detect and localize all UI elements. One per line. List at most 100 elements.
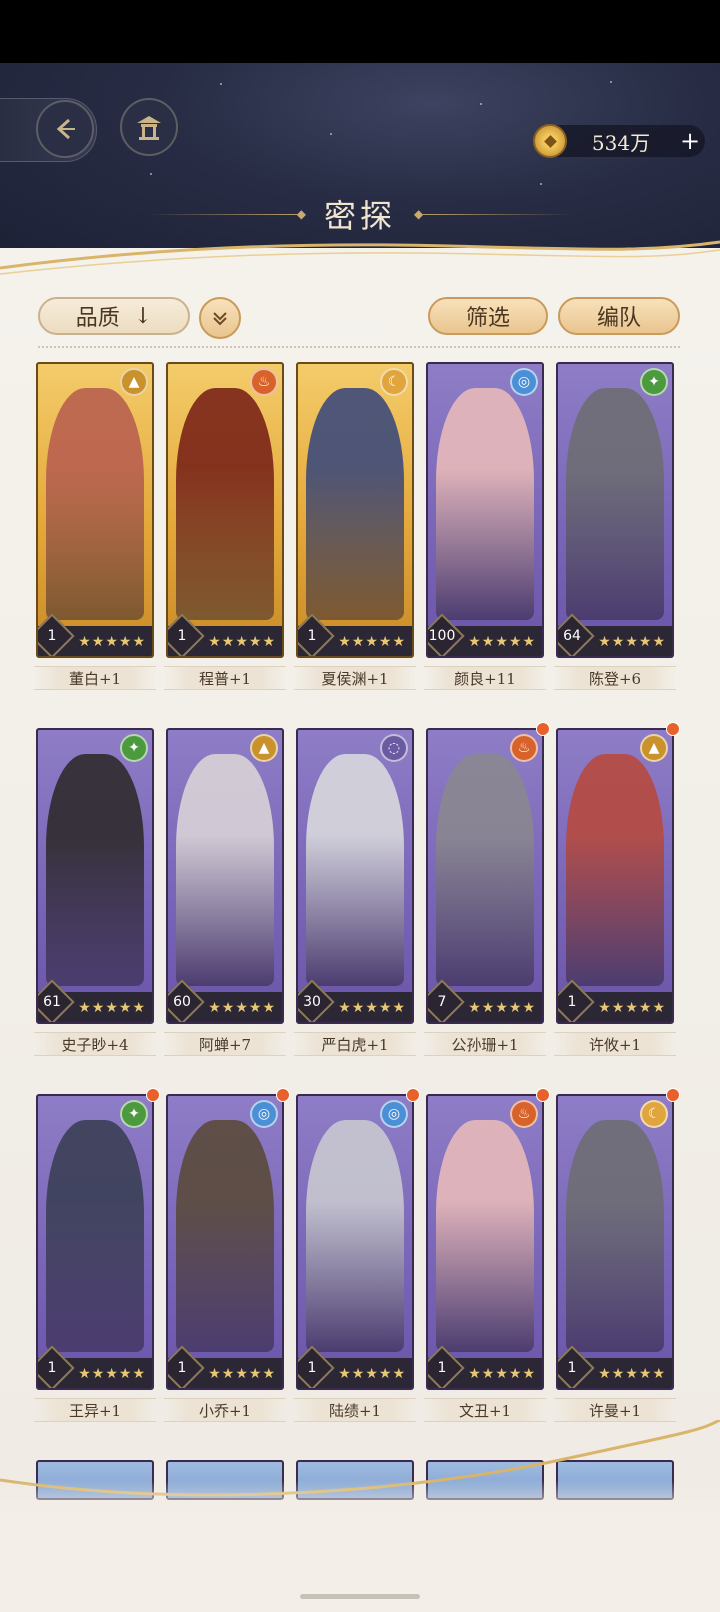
notification-dot (666, 1088, 680, 1102)
agent-card[interactable]: ★★★★★ 61 ✦ (36, 728, 154, 1024)
notification-dot (276, 1088, 290, 1102)
agent-name-label: 严白虎+1 (294, 1032, 416, 1056)
moon-icon: ☾ (640, 1100, 668, 1128)
character-portrait (566, 1120, 664, 1352)
star-rating-icon: ★★★★★ (338, 1000, 406, 1016)
star-rating-icon: ★★★★★ (338, 634, 406, 650)
agent-card[interactable]: ★★★★★ 1 ☾ (556, 1094, 674, 1390)
agent-card[interactable]: ★★★★★ 60 ▲ (166, 728, 284, 1024)
character-portrait (306, 388, 404, 620)
toolbar-divider (38, 346, 680, 348)
agent-card[interactable]: ★★★★★ 1 ◎ (166, 1094, 284, 1390)
notification-dot (406, 1088, 420, 1102)
character-portrait (176, 754, 274, 986)
star-rating-icon: ★★★★★ (338, 1366, 406, 1382)
agent-card[interactable]: ★★★★★ 100 ◎ (426, 362, 544, 658)
sort-down-arrow-icon: ↓ (133, 303, 153, 329)
level-value: 1 (177, 1360, 187, 1376)
notification-dot (666, 722, 680, 736)
agent-card[interactable]: ★★★★★ 1 ✦ (36, 1094, 154, 1390)
moon-icon: ☾ (380, 368, 408, 396)
character-portrait (46, 1120, 144, 1352)
agent-name-label: 许曼+1 (554, 1398, 676, 1422)
agent-card[interactable]: ★★★★★ 7 ♨ (426, 728, 544, 1024)
agent-card[interactable]: ★★★★★ 64 ✦ (556, 362, 674, 658)
level-value: 1 (47, 628, 57, 644)
agent-name-label: 董白+1 (34, 666, 156, 690)
home-pavilion-button[interactable] (120, 98, 178, 156)
title-divider-right (423, 213, 574, 215)
agent-name-label: 颜良+11 (424, 666, 546, 690)
add-currency-button[interactable]: + (675, 127, 705, 155)
sort-order-toggle-button[interactable] (199, 297, 241, 339)
star-rating-icon: ★★★★★ (598, 634, 666, 650)
agent-name-label: 陈登+6 (554, 666, 676, 690)
title-ornament-right-icon: ◆ (414, 207, 424, 221)
wood-icon: ✦ (120, 1100, 148, 1128)
page-title: 密探 (323, 197, 396, 235)
agent-card[interactable]: ★★★★★ 30 ◌ (296, 728, 414, 1024)
currency-amount: 534万 (591, 130, 651, 155)
quality-sort-button[interactable]: 品质 ↓ (38, 297, 190, 335)
agent-card[interactable]: ★★★★★ 1 ♨ (166, 362, 284, 658)
agent-name-label: 阿蝉+7 (164, 1032, 286, 1056)
character-portrait (46, 754, 144, 986)
agent-name-label: 许攸+1 (554, 1032, 676, 1056)
title-divider-left (146, 213, 297, 215)
agent-name-label: 文丑+1 (424, 1398, 546, 1422)
agent-name-label: 史子眇+4 (34, 1032, 156, 1056)
star-rating-icon: ★★★★★ (208, 1000, 276, 1016)
character-portrait (176, 388, 274, 620)
agent-card[interactable]: ★★★★★ 1 ▲ (556, 728, 674, 1024)
agent-name-label: 王异+1 (34, 1398, 156, 1422)
pavilion-icon (137, 116, 161, 140)
agent-card[interactable]: ★★★★★ 1 ▲ (36, 362, 154, 658)
fire-icon: ♨ (510, 1100, 538, 1128)
home-indicator[interactable] (300, 1594, 420, 1599)
character-portrait (566, 388, 664, 620)
coin-icon (533, 124, 567, 158)
agent-name-label: 夏侯渊+1 (294, 666, 416, 690)
star-rating-icon: ★★★★★ (468, 634, 536, 650)
earth-icon: ▲ (250, 734, 278, 762)
level-value: 1 (307, 1360, 317, 1376)
character-portrait (436, 1120, 534, 1352)
level-value: 1 (307, 628, 317, 644)
level-value: 1 (567, 994, 577, 1010)
level-value: 1 (567, 1360, 577, 1376)
level-value: 30 (303, 994, 321, 1010)
character-portrait (436, 754, 534, 986)
star-rating-icon: ★★★★★ (468, 1000, 536, 1016)
back-button[interactable] (0, 98, 97, 162)
level-value: 7 (437, 994, 447, 1010)
team-formation-button[interactable]: 编队 (558, 297, 680, 335)
notification-dot (536, 722, 550, 736)
notification-dot (536, 1088, 550, 1102)
star-rating-icon: ★★★★★ (208, 634, 276, 650)
water-icon: ◎ (510, 368, 538, 396)
agent-card[interactable]: ★★★★★ 1 ☾ (296, 362, 414, 658)
character-portrait (306, 754, 404, 986)
double-chevron-down-icon (213, 312, 227, 326)
character-portrait (46, 388, 144, 620)
level-value: 1 (177, 628, 187, 644)
fire-icon: ♨ (250, 368, 278, 396)
void-icon: ◌ (380, 734, 408, 762)
agent-name-label: 陆绩+1 (294, 1398, 416, 1422)
water-icon: ◎ (250, 1100, 278, 1128)
header: 534万 + ◆ 密探 ◆ (0, 63, 720, 263)
status-bar-area (0, 0, 720, 63)
agent-name-label: 公孙珊+1 (424, 1032, 546, 1056)
level-value: 64 (563, 628, 581, 644)
notification-dot (146, 1088, 160, 1102)
star-rating-icon: ★★★★★ (78, 1000, 146, 1016)
character-portrait (566, 754, 664, 986)
agent-card[interactable]: ★★★★★ 1 ◎ (296, 1094, 414, 1390)
agent-card[interactable]: ★★★★★ 1 ♨ (426, 1094, 544, 1390)
earth-icon: ▲ (640, 734, 668, 762)
fire-icon: ♨ (510, 734, 538, 762)
filter-button[interactable]: 筛选 (428, 297, 548, 335)
star-rating-icon: ★★★★★ (208, 1366, 276, 1382)
quality-sort-label: 品质 (75, 306, 120, 331)
currency-display: 534万 + (533, 124, 705, 158)
